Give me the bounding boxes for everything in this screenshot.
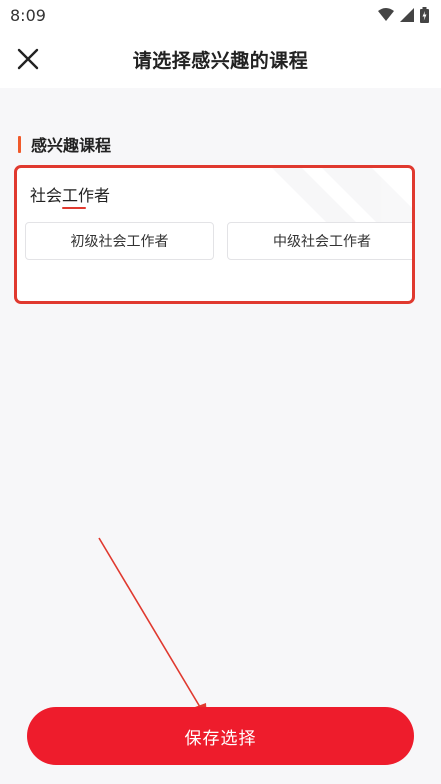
- category-underline: [62, 207, 86, 209]
- status-time: 8:09: [10, 5, 46, 25]
- category-name: 社会工作者: [30, 186, 111, 205]
- annotation-arrow: [98, 537, 207, 719]
- course-chip-intermediate[interactable]: 中级社会工作者: [227, 222, 412, 260]
- course-chip-junior[interactable]: 初级社会工作者: [25, 222, 214, 260]
- status-bar: 8:09: [0, 0, 441, 30]
- status-icons: [378, 7, 429, 23]
- page-title: 请选择感兴趣的课程: [132, 49, 309, 72]
- close-button[interactable]: [12, 43, 44, 75]
- save-button[interactable]: 保存选择: [27, 707, 414, 765]
- close-icon: [17, 48, 39, 70]
- category-card: 社会工作者 初级社会工作者 中级社会工作者: [14, 165, 415, 304]
- section-title: 感兴趣课程: [31, 136, 112, 155]
- signal-icon: [400, 8, 414, 22]
- wifi-icon: [378, 8, 394, 21]
- battery-icon: [420, 7, 429, 23]
- card-decoration: [272, 168, 412, 228]
- section-heading: 感兴趣课程: [18, 132, 111, 156]
- section-accent-bar: [18, 135, 21, 153]
- header: 请选择感兴趣的课程: [0, 30, 441, 88]
